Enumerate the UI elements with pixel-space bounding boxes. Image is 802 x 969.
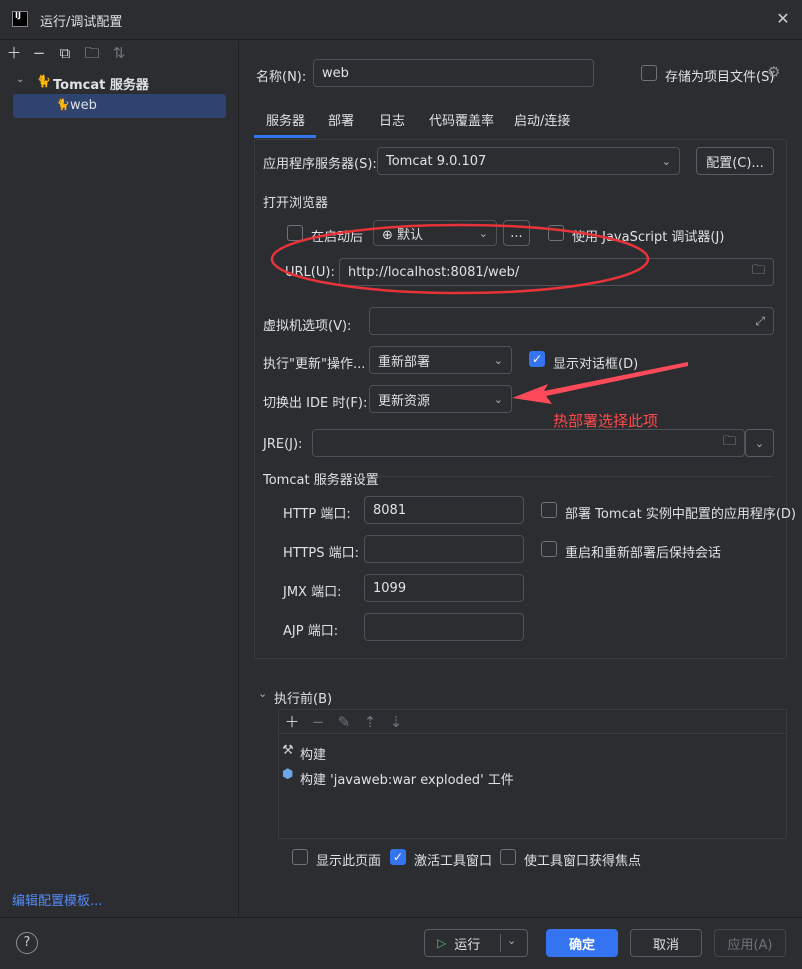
name-input[interactable]: web — [313, 59, 594, 87]
add-icon[interactable]: ＋ — [4, 43, 24, 63]
vm-options-label: 虚拟机选项(V): — [263, 319, 352, 334]
https-port-input[interactable] — [364, 535, 524, 563]
app-server-label: 应用程序服务器(S): — [263, 157, 377, 172]
ok-button[interactable]: 确定 — [546, 929, 618, 957]
add-icon[interactable]: ＋ — [282, 712, 302, 732]
help-button[interactable]: ? — [16, 932, 38, 954]
move-down-icon[interactable]: ⇣ — [386, 712, 406, 732]
active-tab-indicator — [254, 135, 316, 138]
store-as-project-label: 存储为项目文件(S) — [665, 70, 775, 85]
vm-options-input[interactable]: ⤢ — [369, 307, 774, 335]
before-launch-header[interactable]: 执行前(B) — [274, 688, 332, 707]
tomcat-icon: 🐈 — [36, 74, 51, 88]
jre-dropdown-button[interactable]: ⌄ — [745, 429, 774, 457]
expand-icon[interactable]: ⤢ — [755, 314, 765, 329]
move-up-icon[interactable]: ⇡ — [360, 712, 380, 732]
http-port-input[interactable]: 8081 — [364, 496, 524, 524]
open-browser-label: 打开浏览器 — [263, 196, 329, 211]
tab-coverage[interactable]: 代码覆盖率 — [429, 110, 494, 129]
section-divider — [375, 476, 774, 477]
configure-button[interactable]: 配置(C)... — [696, 147, 774, 175]
update-action-dropdown[interactable]: 重新部署 ⌄ — [369, 346, 512, 374]
ajp-port-label: AJP 端口: — [283, 624, 339, 639]
tab-logs[interactable]: 日志 — [379, 110, 405, 129]
frame-deactivation-label: 切换出 IDE 时(F): — [263, 396, 368, 411]
tree-item-web-label: web — [70, 98, 97, 113]
annotation-text: 热部署选择此项 — [553, 412, 659, 430]
folder-icon[interactable]: 🗀 — [723, 432, 736, 454]
edit-icon[interactable]: ✎ — [334, 712, 354, 732]
gear-icon[interactable]: ⚙ — [767, 63, 780, 81]
jmx-port-input[interactable]: 1099 — [364, 574, 524, 602]
remove-icon[interactable]: − — [308, 712, 328, 732]
tab-deployment[interactable]: 部署 — [328, 110, 354, 129]
tree-group-tomcat[interactable]: Tomcat 服务器 — [53, 74, 149, 93]
chevron-down-icon: ⌄ — [493, 353, 503, 367]
tomcat-settings-label: Tomcat 服务器设置 — [263, 473, 379, 488]
close-icon[interactable]: ✕ — [772, 8, 794, 30]
update-action-label: 执行"更新"操作... — [263, 357, 366, 372]
deploy-configured-checkbox[interactable] — [541, 502, 557, 518]
activate-tool-window-checkbox[interactable]: ✓ — [390, 849, 406, 865]
frame-deactivation-value: 更新资源 — [378, 393, 431, 409]
ajp-port-input[interactable] — [364, 613, 524, 641]
chevron-down-icon[interactable]: ⌄ — [507, 934, 516, 947]
focus-tool-window-label: 使工具窗口获得焦点 — [524, 854, 642, 869]
copy-icon[interactable]: ⧉ — [55, 43, 75, 63]
run-icon: ▷ — [437, 936, 447, 950]
chevron-down-icon[interactable]: ⌄ — [16, 74, 24, 85]
http-port-label: HTTP 端口: — [283, 507, 351, 522]
before-launch-toolbar — [279, 710, 786, 734]
sort-icon[interactable]: ⇅ — [109, 43, 129, 63]
list-item[interactable]: 构建 — [300, 744, 326, 763]
annotation-ellipse — [270, 223, 650, 295]
remove-icon[interactable]: − — [29, 43, 49, 63]
app-server-dropdown[interactable]: Tomcat 9.0.107 ⌄ — [377, 147, 680, 175]
store-as-project-checkbox[interactable] — [641, 65, 657, 81]
update-action-value: 重新部署 — [378, 354, 431, 370]
jmx-port-label: JMX 端口: — [283, 585, 342, 600]
app-logo-icon: IJ — [12, 11, 28, 27]
tree-item-web[interactable] — [13, 94, 226, 118]
folder-icon[interactable]: 🗀 — [752, 261, 765, 283]
app-server-value: Tomcat 9.0.107 — [386, 153, 487, 169]
jre-input[interactable]: 🗀 — [312, 429, 745, 457]
focus-tool-window-checkbox[interactable] — [500, 849, 516, 865]
chevron-down-icon: ⌄ — [493, 392, 503, 406]
show-page-label: 显示此页面 — [316, 854, 382, 869]
activate-tool-window-label: 激活工具窗口 — [414, 854, 493, 869]
chevron-down-icon: ⌄ — [661, 154, 671, 168]
tab-startup[interactable]: 启动/连接 — [514, 110, 570, 129]
chevron-down-icon[interactable]: ⌄ — [258, 687, 267, 700]
annotation-arrow — [512, 362, 688, 404]
jre-label: JRE(J): — [263, 437, 303, 452]
deploy-configured-label: 部署 Tomcat 实例中配置的应用程序(D) — [565, 507, 796, 522]
preserve-sessions-checkbox[interactable] — [541, 541, 557, 557]
config-tree-pane — [0, 41, 239, 917]
list-item[interactable]: 构建 'javaweb:war exploded' 工件 — [300, 769, 514, 788]
tab-server[interactable]: 服务器 — [266, 110, 305, 129]
https-port-label: HTTPS 端口: — [283, 546, 360, 561]
frame-deactivation-dropdown[interactable]: 更新资源 ⌄ — [369, 385, 512, 413]
chevron-down-icon: ⌄ — [754, 436, 765, 450]
window-title: 运行/调试配置 — [40, 15, 123, 30]
tomcat-config-icon: 🐈 — [56, 98, 70, 111]
name-label: 名称(N): — [256, 70, 307, 85]
preserve-sessions-label: 重启和重新部署后保持会话 — [565, 546, 722, 561]
artifact-icon: ⬢ — [282, 767, 294, 782]
apply-button[interactable]: 应用(A) — [714, 929, 786, 957]
split-divider — [500, 934, 501, 952]
show-page-checkbox[interactable] — [292, 849, 308, 865]
hammer-icon: ⚒ — [282, 743, 294, 758]
folder-add-icon[interactable]: 🗀 — [82, 43, 102, 63]
cancel-button[interactable]: 取消 — [630, 929, 702, 957]
footer-divider — [0, 917, 802, 918]
edit-templates-link[interactable]: 编辑配置模板... — [12, 890, 102, 909]
